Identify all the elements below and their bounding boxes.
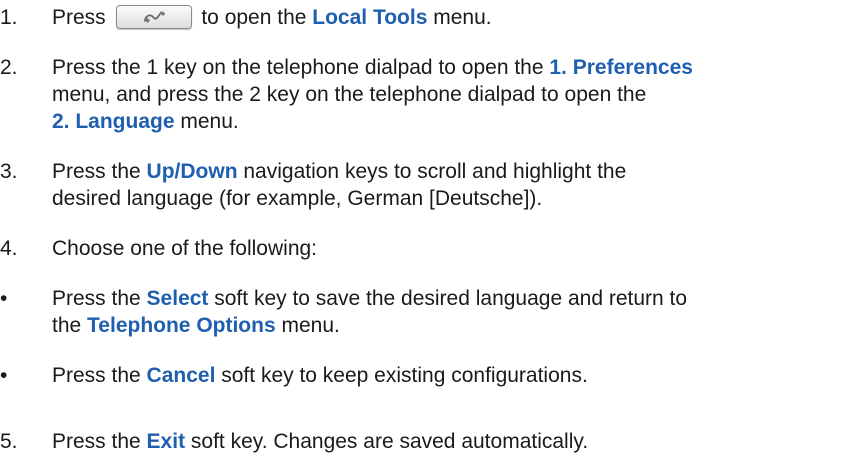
text-segment: Press the 1 key on the telephone dialpad… <box>52 56 550 79</box>
text-line: Choose one of the following: <box>52 235 866 262</box>
text-segment: desired language (for example, German [D… <box>52 187 543 210</box>
text-segment: Press the <box>52 287 147 310</box>
handset-icon <box>143 11 165 23</box>
ui-term: Local Tools <box>312 6 428 29</box>
options-key-icon <box>115 5 192 29</box>
text-segment: menu. <box>427 6 492 29</box>
text-line: the Telephone Options menu. <box>52 312 866 339</box>
text-segment: navigation keys to scroll and highlight … <box>237 160 627 183</box>
text-segment: the <box>52 314 88 337</box>
option-text: Press the Cancel soft key to keep existi… <box>52 362 866 389</box>
ui-term: Exit <box>146 430 186 453</box>
step-text: Press the Exit soft key. Changes are sav… <box>52 428 866 455</box>
step-text: Press the 1 key on the telephone dialpad… <box>52 54 866 135</box>
text-line: desired language (for example, German [D… <box>52 185 866 212</box>
step-number: 2. <box>0 56 18 79</box>
text-line: Press the Cancel soft key to keep existi… <box>52 362 866 389</box>
ui-term: Select <box>146 287 209 310</box>
text-segment: soft key to keep existing configurations… <box>215 364 588 387</box>
bullet: • <box>0 364 8 387</box>
ui-term: 1. Preferences <box>549 56 693 79</box>
text-segment: menu. <box>174 110 239 133</box>
instruction-document: 1. Press to open the Local Tools menu. 2… <box>0 0 866 465</box>
text-line: Press the Up/Down navigation keys to scr… <box>52 158 866 185</box>
ui-term: Telephone Options <box>87 314 276 337</box>
step-text: Press the Up/Down navigation keys to scr… <box>52 158 866 212</box>
step-number: 3. <box>0 160 18 183</box>
text-line: Press to open the Local Tools menu. <box>52 4 866 31</box>
ui-term: Up/Down <box>146 160 238 183</box>
ui-term: Cancel <box>146 364 216 387</box>
text-line: Press the Select soft key to save the de… <box>52 285 866 312</box>
text-segment: Press <box>52 6 112 29</box>
text-segment: menu. <box>275 314 340 337</box>
text-segment: Press the <box>52 364 147 387</box>
text-line: Press the Exit soft key. Changes are sav… <box>52 428 866 455</box>
step-text: Choose one of the following: <box>52 235 866 262</box>
text-segment: Press the <box>52 430 147 453</box>
text-segment: Press the <box>52 160 147 183</box>
text-segment: menu, and press the 2 key on the telepho… <box>52 83 647 106</box>
text-line: 2. Language menu. <box>52 108 866 135</box>
ui-term: 2. Language <box>52 110 175 133</box>
step-number: 4. <box>0 237 18 260</box>
text-segment: soft key. Changes are saved automaticall… <box>185 430 589 453</box>
step-text: Press to open the Local Tools menu. <box>52 4 866 31</box>
bullet: • <box>0 287 8 310</box>
text-line: Press the 1 key on the telephone dialpad… <box>52 54 866 81</box>
text-segment: Choose one of the following: <box>52 237 318 260</box>
text-segment: to open the <box>195 6 313 29</box>
step-number: 1. <box>0 6 18 29</box>
text-segment: soft key to save the desired language an… <box>208 287 688 310</box>
option-text: Press the Select soft key to save the de… <box>52 285 866 339</box>
text-line: menu, and press the 2 key on the telepho… <box>52 81 866 108</box>
step-number: 5. <box>0 430 18 453</box>
